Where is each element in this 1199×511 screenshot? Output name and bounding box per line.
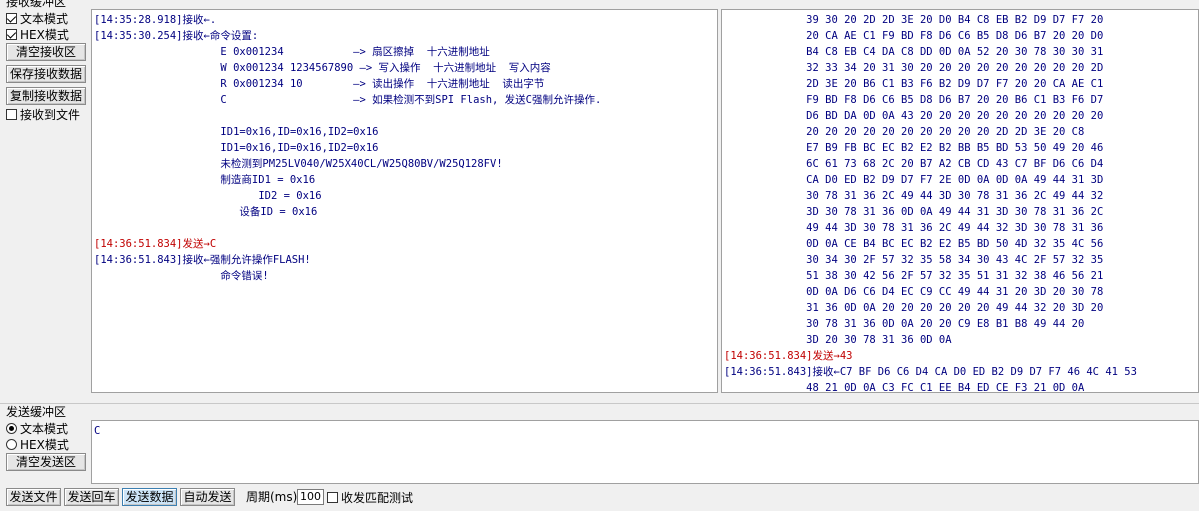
log-line: 制造商ID1 = 0x16 bbox=[94, 174, 316, 186]
log-line: 31 36 0D 0A 20 20 20 20 20 20 49 44 32 2… bbox=[724, 302, 1104, 314]
checkbox-unchecked-icon bbox=[6, 108, 17, 120]
log-line: 3D 30 78 31 36 0D 0A 49 44 31 3D 30 78 3… bbox=[724, 206, 1104, 218]
send-content: C bbox=[94, 425, 101, 437]
log-line: [14:36:51.834]发送→C bbox=[94, 238, 217, 250]
log-line: [14:36:51.843]接收←C7 BF D6 C6 D4 CA D0 ED… bbox=[724, 366, 1137, 378]
receive-text-panel[interactable]: [14:35:28.918]接收←. [14:35:30.254]接收←命令设置:… bbox=[91, 9, 718, 393]
send-text-mode-radio[interactable]: 文本模式 bbox=[6, 420, 68, 436]
radio-checked-icon bbox=[6, 422, 17, 434]
send-hex-mode-radio[interactable]: HEX模式 bbox=[6, 436, 69, 452]
copy-receive-button[interactable]: 复制接收数据 bbox=[6, 87, 86, 105]
log-line: [14:35:30.254]接收←命令设置: bbox=[94, 30, 259, 42]
log-line: C —> 如果检测不到SPI Flash, 发送C强制允许操作. bbox=[94, 94, 602, 106]
log-line: 0D 0A CE B4 BC EC B2 E2 B5 BD 50 4D 32 3… bbox=[724, 238, 1104, 250]
receive-text-mode-label: 文本模式 bbox=[20, 11, 69, 26]
clear-receive-button[interactable]: 清空接收区 bbox=[6, 43, 86, 61]
log-line: 49 44 3D 30 78 31 36 2C 49 44 32 3D 30 7… bbox=[724, 222, 1104, 234]
log-line: 3D 20 30 78 31 36 0D 0A bbox=[724, 334, 952, 346]
receive-text-mode-checkbox[interactable]: 文本模式 bbox=[6, 10, 68, 26]
log-line: 6C 61 73 68 2C 20 B7 A2 CB CD 43 C7 BF D… bbox=[724, 158, 1104, 170]
receive-hex-log: 39 30 20 2D 2D 3E 20 D0 B4 C8 EB B2 D9 D… bbox=[724, 12, 1137, 393]
log-line: 设备ID = 0x16 bbox=[94, 206, 318, 218]
log-line: [14:35:28.918]接收←. bbox=[94, 14, 217, 26]
log-line: 48 21 0D 0A C3 FC C1 EE B4 ED CE F3 21 0… bbox=[724, 382, 1085, 393]
log-line: 2D 3E 20 B6 C1 B3 F6 B2 D9 D7 F7 20 20 C… bbox=[724, 78, 1104, 90]
send-text-mode-label: 文本模式 bbox=[20, 421, 69, 436]
log-line: 未检测到PM25LV040/W25X40CL/W25Q80BV/W25Q128F… bbox=[94, 158, 503, 170]
log-line: D6 BD DA 0D 0A 43 20 20 20 20 20 20 20 2… bbox=[724, 110, 1104, 122]
send-hex-mode-label: HEX模式 bbox=[20, 437, 69, 452]
receive-hex-mode-checkbox[interactable]: HEX模式 bbox=[6, 26, 69, 42]
log-line: W 0x001234 1234567890 —> 写入操作 十六进制地址 写入内… bbox=[94, 62, 551, 74]
divider bbox=[0, 403, 1199, 404]
log-line: 命令错误! bbox=[94, 270, 269, 282]
receive-hex-mode-label: HEX模式 bbox=[20, 27, 69, 42]
checkbox-checked-icon bbox=[6, 12, 17, 24]
receive-text-log: [14:35:28.918]接收←. [14:35:30.254]接收←命令设置:… bbox=[94, 12, 601, 284]
send-data-button[interactable]: 发送数据 bbox=[122, 488, 177, 506]
log-line: [14:36:51.834]发送→43 bbox=[724, 350, 853, 362]
log-line: [14:36:51.843]接收←强制允许操作FLASH! bbox=[94, 254, 311, 266]
auto-send-button[interactable]: 自动发送 bbox=[180, 488, 235, 506]
log-line: E 0x001234 —> 扇区擦掉 十六进制地址 bbox=[94, 46, 490, 58]
log-line: F9 BD F8 D6 C6 B5 D8 D6 B7 20 20 B6 C1 B… bbox=[724, 94, 1104, 106]
receive-to-file-checkbox[interactable]: 接收到文件 bbox=[6, 106, 80, 122]
log-line: 30 78 31 36 2C 49 44 3D 30 78 31 36 2C 4… bbox=[724, 190, 1104, 202]
checkbox-checked-icon bbox=[6, 28, 17, 40]
send-group-title: 发送缓冲区 bbox=[6, 405, 67, 419]
log-line: ID1=0x16,ID=0x16,ID2=0x16 bbox=[94, 142, 379, 154]
log-line: 39 30 20 2D 2D 3E 20 D0 B4 C8 EB B2 D9 D… bbox=[724, 14, 1104, 26]
log-line: ID1=0x16,ID=0x16,ID2=0x16 bbox=[94, 126, 379, 138]
send-file-button[interactable]: 发送文件 bbox=[6, 488, 61, 506]
clear-send-button[interactable]: 清空发送区 bbox=[6, 453, 86, 471]
log-line: ID2 = 0x16 bbox=[94, 190, 322, 202]
send-input-area[interactable]: C bbox=[91, 420, 1199, 484]
log-line: 20 CA AE C1 F9 BD F8 D6 C6 B5 D8 D6 B7 2… bbox=[724, 30, 1104, 42]
period-input[interactable]: 100 bbox=[297, 489, 324, 505]
log-line: CA D0 ED B2 D9 D7 F7 2E 0D 0A 0D 0A 49 4… bbox=[724, 174, 1104, 186]
radio-unchecked-icon bbox=[6, 438, 17, 450]
receive-to-file-label: 接收到文件 bbox=[20, 107, 81, 122]
save-receive-button[interactable]: 保存接收数据 bbox=[6, 65, 86, 83]
log-line: 30 78 31 36 0D 0A 20 20 C9 E8 B1 B8 49 4… bbox=[724, 318, 1085, 330]
log-line: 0D 0A D6 C6 D4 EC C9 CC 49 44 31 20 3D 2… bbox=[724, 286, 1104, 298]
send-enter-button[interactable]: 发送回车 bbox=[64, 488, 119, 506]
match-test-checkbox[interactable]: 收发匹配测试 bbox=[327, 489, 413, 505]
checkbox-unchecked-icon bbox=[327, 491, 338, 503]
receive-hex-panel[interactable]: 39 30 20 2D 2D 3E 20 D0 B4 C8 EB B2 D9 D… bbox=[721, 9, 1199, 393]
log-line: 20 20 20 20 20 20 20 20 20 20 2D 2D 3E 2… bbox=[724, 126, 1085, 138]
log-line: 32 33 34 20 31 30 20 20 20 20 20 20 20 2… bbox=[724, 62, 1104, 74]
match-test-label: 收发匹配测试 bbox=[341, 490, 414, 505]
receive-group-title: 接收缓冲区 bbox=[6, 0, 67, 9]
period-label: 周期(ms) bbox=[246, 490, 298, 504]
log-line: 51 38 30 42 56 2F 57 32 35 51 31 32 38 4… bbox=[724, 270, 1104, 282]
log-line: B4 C8 EB C4 DA C8 DD 0D 0A 52 20 30 78 3… bbox=[724, 46, 1104, 58]
log-line: R 0x001234 10 —> 读出操作 十六进制地址 读出字节 bbox=[94, 78, 545, 90]
log-line: 30 34 30 2F 57 32 35 58 34 30 43 4C 2F 5… bbox=[724, 254, 1104, 266]
log-line: E7 B9 FB BC EC B2 E2 B2 BB B5 BD 53 50 4… bbox=[724, 142, 1104, 154]
